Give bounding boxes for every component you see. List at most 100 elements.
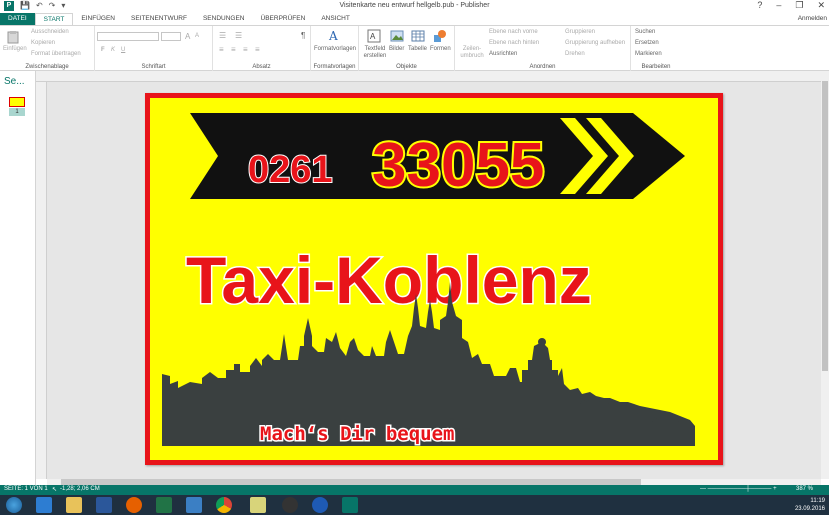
bullets-icon[interactable]: ☰ bbox=[219, 31, 226, 40]
paste-icon[interactable] bbox=[6, 30, 20, 44]
tab-view[interactable]: ANSICHT bbox=[313, 13, 358, 25]
select-button[interactable]: Markieren bbox=[635, 51, 662, 57]
textbox-icon[interactable]: A bbox=[367, 29, 381, 43]
vertical-ruler bbox=[36, 82, 47, 479]
page-thumbnail-number: 1 bbox=[9, 108, 25, 116]
minimize-button[interactable]: – bbox=[776, 0, 781, 11]
pages-panel-title[interactable]: Se... bbox=[4, 76, 25, 87]
underline-button[interactable]: U bbox=[121, 47, 125, 53]
pictures-icon[interactable] bbox=[390, 29, 404, 43]
arrange-group: Zeilen-umbruch Ebene nach vorne Ebene na… bbox=[455, 26, 631, 71]
tab-start[interactable]: START bbox=[34, 13, 74, 25]
font-size-select[interactable] bbox=[161, 32, 181, 41]
help-button[interactable]: ? bbox=[757, 0, 762, 11]
shrink-font-button[interactable]: A bbox=[195, 33, 199, 39]
horizontal-ruler bbox=[36, 71, 821, 82]
phone-prefix[interactable]: 0261 bbox=[247, 148, 334, 192]
media-icon[interactable] bbox=[282, 497, 298, 513]
app-c-icon[interactable] bbox=[312, 497, 328, 513]
copy-button[interactable]: Kopieren bbox=[31, 40, 55, 46]
cursor-position: -1,28; 2,06 CM bbox=[60, 486, 100, 492]
replace-button[interactable]: Ersetzen bbox=[635, 40, 659, 46]
align-right-icon[interactable]: ≡ bbox=[243, 45, 248, 54]
clipboard-group-label: Zwischenablage bbox=[25, 64, 69, 70]
tab-file[interactable]: DATEI bbox=[0, 13, 35, 25]
bring-forward-button[interactable]: Ebene nach vorne bbox=[489, 29, 538, 35]
send-backward-button[interactable]: Ebene nach hinten bbox=[489, 40, 539, 46]
cursor-icon: ↖ bbox=[52, 487, 58, 493]
table-icon[interactable] bbox=[411, 29, 425, 43]
editing-group-label: Bearbeiten bbox=[641, 64, 671, 70]
shapes-button[interactable]: Formen bbox=[430, 46, 451, 52]
window-controls: ? – ❐ ✕ bbox=[757, 0, 825, 11]
notes-icon[interactable] bbox=[250, 497, 266, 513]
paste-button[interactable]: Einfügen bbox=[3, 46, 27, 52]
font-family-select[interactable] bbox=[97, 32, 159, 41]
chrome-icon[interactable] bbox=[216, 497, 232, 513]
card-artwork: 0261 33055 Taxi-Koblenz Mach‘s Dir beque… bbox=[162, 113, 695, 447]
taskbar: 11:19 23.09.2016 bbox=[0, 495, 829, 515]
company-name[interactable]: Taxi-Koblenz bbox=[185, 242, 594, 319]
align-center-icon[interactable]: ≡ bbox=[231, 45, 236, 54]
vertical-scrollbar[interactable] bbox=[821, 71, 829, 479]
start-button[interactable] bbox=[6, 497, 22, 513]
svg-text:A: A bbox=[370, 32, 376, 41]
objects-group: A Textfeld erstellen Bilder Tabelle Form… bbox=[359, 26, 455, 71]
bold-button[interactable]: F bbox=[101, 47, 105, 53]
rotate-button[interactable]: Drehen bbox=[565, 51, 585, 57]
italic-button[interactable]: K bbox=[111, 47, 115, 53]
cut-button[interactable]: Ausschneiden bbox=[31, 29, 69, 35]
phone-number[interactable]: 33055 bbox=[370, 129, 546, 202]
word-icon[interactable] bbox=[96, 497, 112, 513]
page-thumbnail[interactable] bbox=[9, 97, 25, 107]
tab-mailings[interactable]: SENDUNGEN bbox=[195, 13, 253, 25]
tab-page-design[interactable]: SEITENENTWURF bbox=[123, 13, 195, 25]
publisher-taskbar-icon[interactable] bbox=[342, 497, 358, 513]
format-painter-button[interactable]: Format übertragen bbox=[31, 51, 81, 57]
firefox-icon[interactable] bbox=[126, 497, 142, 513]
app-a-icon[interactable] bbox=[186, 497, 202, 513]
system-clock[interactable]: 11:19 23.09.2016 bbox=[795, 497, 825, 513]
zoom-level[interactable]: 387 % bbox=[796, 486, 813, 492]
group-button[interactable]: Gruppieren bbox=[565, 29, 595, 35]
explorer-icon[interactable] bbox=[66, 497, 82, 513]
wrap-text-button[interactable]: Zeilen-umbruch bbox=[460, 46, 484, 60]
paragraph-group-label: Absatz bbox=[252, 64, 271, 70]
paragraph-group: ☰ ☰ ≡ ≡ ≡ ≡ ¶ Absatz bbox=[213, 26, 311, 71]
vertical-scroll-thumb[interactable] bbox=[822, 81, 828, 371]
slogan[interactable]: Mach‘s Dir bequem bbox=[259, 422, 456, 447]
align-button[interactable]: Ausrichten bbox=[489, 51, 517, 57]
editing-group: Suchen Ersetzen Markieren Bearbeiten bbox=[631, 26, 681, 71]
grow-font-button[interactable]: A bbox=[185, 32, 190, 41]
window-title: Visitenkarte neu entwurf hellgelb.pub - … bbox=[339, 2, 490, 9]
styles-button[interactable]: Formatvorlagen bbox=[314, 46, 356, 52]
page-indicator[interactable]: SEITE: 1 VON 1 bbox=[4, 486, 48, 492]
close-button[interactable]: ✕ bbox=[817, 0, 825, 11]
monument-statue bbox=[512, 338, 572, 404]
shapes-icon[interactable] bbox=[433, 29, 447, 43]
ungroup-button[interactable]: Gruppierung aufheben bbox=[565, 40, 625, 46]
status-bar: SEITE: 1 VON 1 ↖ -1,28; 2,06 CM — ──────… bbox=[0, 485, 829, 495]
find-button[interactable]: Suchen bbox=[635, 29, 655, 35]
pictures-button[interactable]: Bilder bbox=[389, 46, 404, 52]
clock-time: 11:19 bbox=[810, 498, 825, 504]
align-left-icon[interactable]: ≡ bbox=[219, 45, 224, 54]
zoom-slider[interactable]: — ─────────┼───── + bbox=[700, 486, 777, 492]
ribbon-tabs: DATEI START EINFÜGEN SEITENENTWURF SENDU… bbox=[0, 12, 829, 25]
title-bar: P 💾 ↶ ↷ ▾ Visitenkarte neu entwurf hellg… bbox=[0, 0, 829, 12]
styles-icon[interactable]: A bbox=[328, 29, 342, 43]
excel-icon[interactable] bbox=[156, 497, 172, 513]
business-card[interactable]: 0261 33055 Taxi-Koblenz Mach‘s Dir beque… bbox=[145, 93, 723, 465]
ie-icon[interactable] bbox=[36, 497, 52, 513]
clock-date: 23.09.2016 bbox=[794, 506, 825, 512]
numbering-icon[interactable]: ☰ bbox=[235, 31, 242, 40]
restore-button[interactable]: ❐ bbox=[795, 0, 803, 11]
sign-in-link[interactable]: Anmelden bbox=[798, 15, 827, 22]
tab-review[interactable]: ÜBERPRÜFEN bbox=[253, 13, 314, 25]
objects-group-label: Objekte bbox=[396, 64, 417, 70]
justify-icon[interactable]: ≡ bbox=[255, 45, 260, 54]
textbox-button[interactable]: Textfeld erstellen bbox=[363, 46, 387, 60]
table-button[interactable]: Tabelle bbox=[408, 46, 427, 52]
pilcrow-button[interactable]: ¶ bbox=[301, 31, 305, 40]
tab-insert[interactable]: EINFÜGEN bbox=[73, 13, 123, 25]
